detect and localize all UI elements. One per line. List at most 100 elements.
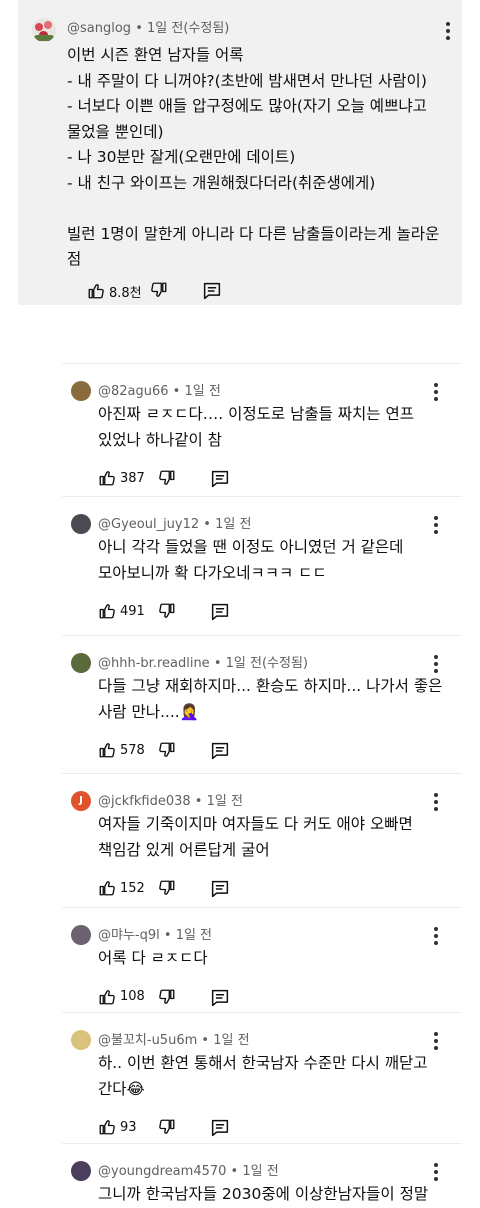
thumbs-down-icon [159,603,175,618]
avatar[interactable] [71,381,91,401]
comment-time: 1일 전(수정됨) [147,21,230,36]
more-options-icon[interactable] [434,1032,438,1050]
comment-meta: @먀누-q9l • 1일 전 [98,924,212,943]
reply-button[interactable] [210,989,230,1007]
author-name[interactable]: @youngdream4570 [98,1164,226,1179]
like-button[interactable]: 491 [98,602,145,620]
comment-text: 이번 시즌 환연 남자들 어록 - 내 주말이 다 니꺼야?(초반에 밤새면서 … [67,46,440,268]
comment-meta: @youngdream4570 • 1일 전 [98,1160,279,1179]
avatar[interactable] [71,514,91,534]
reply-comment-icon [211,470,229,488]
author-name[interactable]: @sanglog [67,21,131,36]
more-options-icon[interactable] [434,516,438,534]
reply-comment-icon [211,880,229,898]
comment-time: 1일 전 [175,928,213,943]
thumbs-up-icon [99,1120,115,1135]
like-button[interactable]: 387 [98,469,145,487]
like-count: 152 [120,880,145,896]
author-name[interactable]: @먀누-q9l [98,928,160,943]
reply-button[interactable] [210,603,230,621]
meta-separator: • [131,21,147,36]
avatar[interactable]: J [71,791,91,811]
comment-text: 그니까 한국남자들 2030중에 이상한남자들이 정말 [98,1185,429,1203]
avatar[interactable] [71,925,91,945]
like-button[interactable]: 93 [98,1118,137,1136]
comment-text: 여자들 기죽이지마 여자들도 다 커도 애야 오빠면 책임감 있게 어른답게 굴… [98,815,413,859]
comment-text: 하.. 이번 환연 통해서 한국남자 수준만 다시 깨닫고 간다😂 [98,1054,428,1098]
comment-text: 아진짜 ㄹㅈㄷ다…. 이정도로 남출들 짜치는 연프 있었나 하나같이 참 [98,405,415,449]
thumbs-down-icon [159,989,175,1004]
reply-comment-icon [211,742,229,760]
comment-meta: @sanglog • 1일 전(수정됨) [67,17,229,36]
dislike-button[interactable] [158,1118,176,1136]
reply-button[interactable] [210,1119,230,1137]
author-name[interactable]: @불꼬치-u5u6m [98,1033,197,1048]
author-name[interactable]: @jckfkfide038 [98,794,191,809]
meta-separator: • [197,1033,214,1048]
thumbs-up-icon [99,989,115,1004]
comment-time: 1일 전 [184,384,221,399]
meta-separator: • [190,794,207,809]
comment-time: 1일 전 [206,794,243,809]
like-button[interactable]: 108 [98,988,145,1006]
author-name[interactable]: @Gyeoul_juy12 [98,517,199,532]
avatar[interactable] [32,18,56,42]
avatar[interactable] [71,1030,91,1050]
like-button[interactable]: 578 [98,741,145,759]
thumbs-down-icon [159,470,175,485]
comment-time: 1일 전(수정됨) [225,656,308,671]
thumbs-down-icon [159,742,175,757]
author-name[interactable]: @82agu66 [98,384,169,399]
reply-button[interactable] [202,282,222,300]
comment-meta: @82agu66 • 1일 전 [98,380,221,399]
reply-divider [62,773,462,774]
reply-divider [62,907,462,908]
more-options-icon[interactable] [434,655,438,673]
comment-time: 1일 전 [215,517,252,532]
more-options-icon[interactable] [434,1163,438,1181]
thumbs-down-icon [159,1119,175,1134]
reply-button[interactable] [210,470,230,488]
thumbs-down-icon [151,282,167,297]
dislike-button[interactable] [158,741,176,759]
author-name[interactable]: @hhh-br.readline [98,656,210,671]
meta-separator: • [226,1164,243,1179]
dislike-button[interactable] [150,281,168,299]
thumbs-up-icon [99,743,115,758]
like-count: 491 [120,603,145,619]
comment-meta: @jckfkfide038 • 1일 전 [98,790,243,809]
reply-comment-icon [211,989,229,1006]
avatar[interactable] [71,653,91,673]
dislike-button[interactable] [158,988,176,1006]
more-options-icon[interactable] [434,793,438,811]
thumbs-up-icon [99,471,115,486]
reply-divider [62,1012,462,1013]
reply-comment-icon [211,603,229,621]
meta-separator: • [159,928,176,943]
reply-comment-icon [211,1119,229,1137]
more-options-icon[interactable] [434,383,438,401]
meta-separator: • [199,517,216,532]
thumbs-up-icon [99,881,115,896]
avatar[interactable] [71,1161,91,1181]
dislike-button[interactable] [158,469,176,487]
thumbs-up-icon [88,284,104,299]
dislike-button[interactable] [158,602,176,620]
comment-text: 아니 각각 들었을 땐 이정도 아니였던 거 같은데 모아보니까 확 다가오네ㅋ… [98,538,404,582]
like-button[interactable]: 8.8천 [87,282,142,301]
reply-divider [62,1143,462,1144]
reply-button[interactable] [210,742,230,760]
reply-comment-icon [203,282,221,300]
comment-meta: @불꼬치-u5u6m • 1일 전 [98,1029,250,1048]
meta-separator: • [209,656,226,671]
like-button[interactable]: 152 [98,879,145,897]
like-count: 8.8천 [109,285,142,301]
dislike-button[interactable] [158,879,176,897]
comment-time: 1일 전 [213,1033,250,1048]
more-options-icon[interactable] [434,927,438,945]
thumbs-down-icon [159,880,175,895]
reply-divider [62,496,462,497]
reply-button[interactable] [210,880,230,898]
more-options-icon[interactable] [446,22,450,40]
comment-text: 다들 그냥 재회하지마... 환승도 하지마... 나가서 좋은 사람 만나..… [98,677,443,721]
